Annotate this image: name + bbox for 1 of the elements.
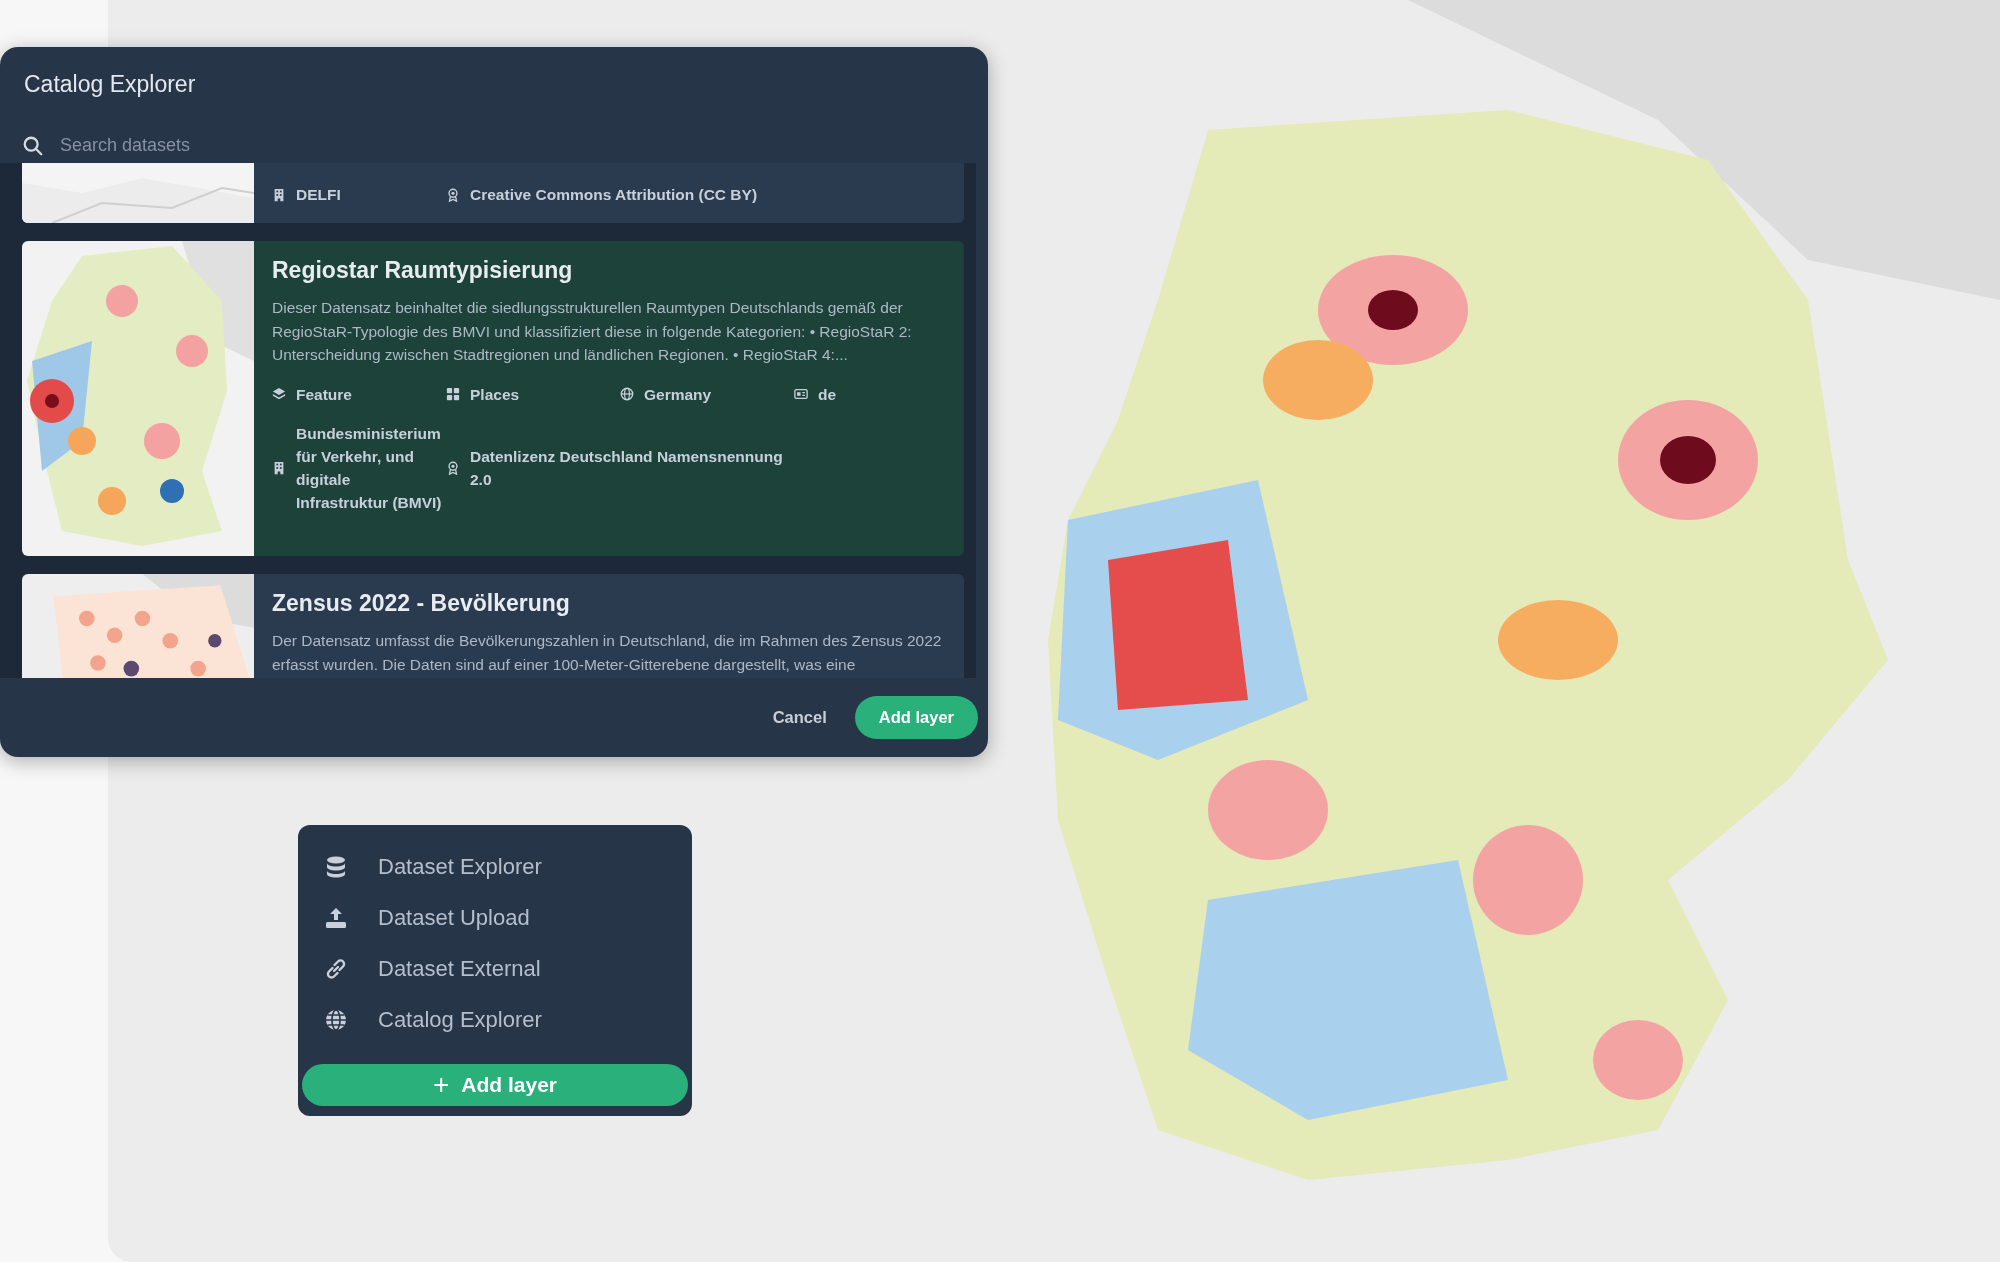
search-icon [22, 134, 44, 157]
